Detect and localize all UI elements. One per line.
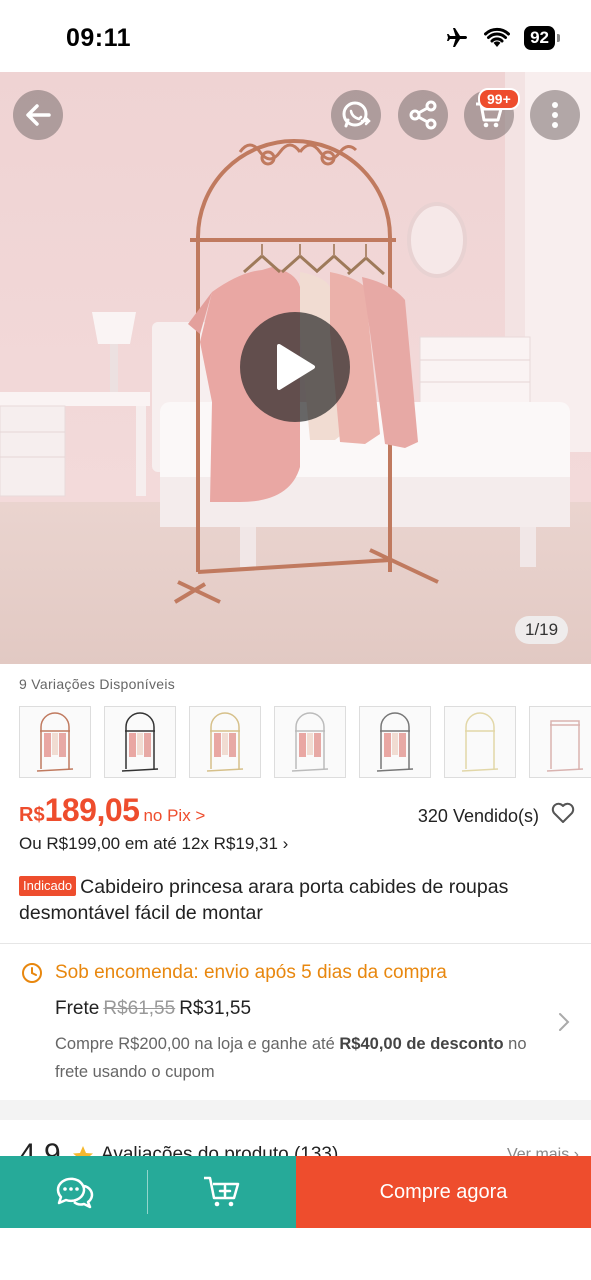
shipping-price[interactable]: Frete R$61,55 R$31,55 (55, 998, 251, 1020)
variation-thumbnail[interactable] (19, 706, 91, 778)
variation-thumbnails (19, 706, 591, 778)
status-icons: 92 (444, 26, 560, 50)
heart-icon[interactable] (551, 802, 575, 824)
status-time: 09:11 (66, 24, 132, 52)
variation-thumbnail[interactable] (359, 706, 431, 778)
image-counter: 1/19 (515, 616, 569, 644)
section-separator (0, 1100, 591, 1120)
variation-thumbnail[interactable] (189, 706, 261, 778)
sold-count: 320 Vendido(s) (417, 806, 539, 826)
more-vertical-icon (552, 102, 558, 128)
clock-icon (22, 963, 42, 983)
rating-value: 4.9 (19, 1138, 61, 1158)
whatsapp-share-icon (342, 101, 371, 128)
whatsapp-share-button[interactable] (331, 90, 381, 140)
add-to-cart-icon (204, 1176, 240, 1207)
frete-old-price: R$61,55 (103, 998, 176, 1019)
price-row: R$189,05 no Pix > 320 Vendido(s) (19, 792, 575, 832)
product-title-text: Cabideiro princesa arara porta cabides d… (19, 876, 509, 924)
buy-now-button[interactable]: Compre agora (296, 1156, 591, 1228)
bottom-action-bar: Compre agora (0, 1156, 591, 1228)
separator (147, 1170, 148, 1214)
shipping-headline: Sob encomenda: envio após 5 dias da comp… (55, 962, 447, 983)
share-icon (409, 100, 437, 130)
chevron-right-icon[interactable] (557, 1010, 571, 1034)
variations-label: 9 Variações Disponíveis (19, 676, 176, 692)
variation-thumbnail[interactable] (274, 706, 346, 778)
play-icon (277, 344, 315, 390)
battery-indicator: 92 (524, 26, 560, 50)
variation-thumbnail[interactable] (529, 706, 591, 778)
frete-new-price: R$31,55 (179, 998, 252, 1019)
price-currency: R$ (19, 804, 45, 826)
installments-link[interactable]: Ou R$199,00 em até 12x R$19,31 › (19, 834, 288, 854)
back-arrow-icon (26, 104, 51, 126)
chat-button[interactable] (0, 1156, 148, 1228)
promo-text-1: Compre R$200,00 na loja e ganhe até (55, 1035, 335, 1053)
cart-count-badge: 99+ (478, 88, 520, 110)
back-button[interactable] (13, 90, 63, 140)
add-to-cart-button[interactable] (148, 1156, 296, 1228)
divider (0, 943, 591, 944)
promo-discount: R$40,00 de desconto (339, 1035, 504, 1053)
wifi-icon (484, 27, 511, 47)
variation-thumbnail[interactable] (444, 706, 516, 778)
product-title: Indicado Cabideiro princesa arara porta c… (19, 874, 579, 926)
frete-label: Frete (55, 998, 100, 1019)
reviews-header[interactable]: 4.9 Avaliações do produto (133) Ver mais… (19, 1138, 579, 1158)
secondary-actions (0, 1156, 296, 1228)
share-button[interactable] (398, 90, 448, 140)
airplane-icon (447, 28, 468, 47)
recommended-tag: Indicado (19, 876, 77, 896)
variation-thumbnail[interactable] (104, 706, 176, 778)
chat-icon (56, 1177, 94, 1209)
status-bar: 09:11 92 (0, 0, 591, 72)
price-value: 189,05 (44, 792, 140, 828)
play-video-button[interactable] (240, 312, 350, 422)
more-options-button[interactable] (530, 90, 580, 140)
pix-link[interactable]: no Pix > (143, 806, 205, 825)
product-image-carousel[interactable]: 99+ 1/19 (0, 72, 591, 664)
shipping-promo: Compre R$200,00 na loja e ganhe até R$40… (55, 1030, 535, 1086)
